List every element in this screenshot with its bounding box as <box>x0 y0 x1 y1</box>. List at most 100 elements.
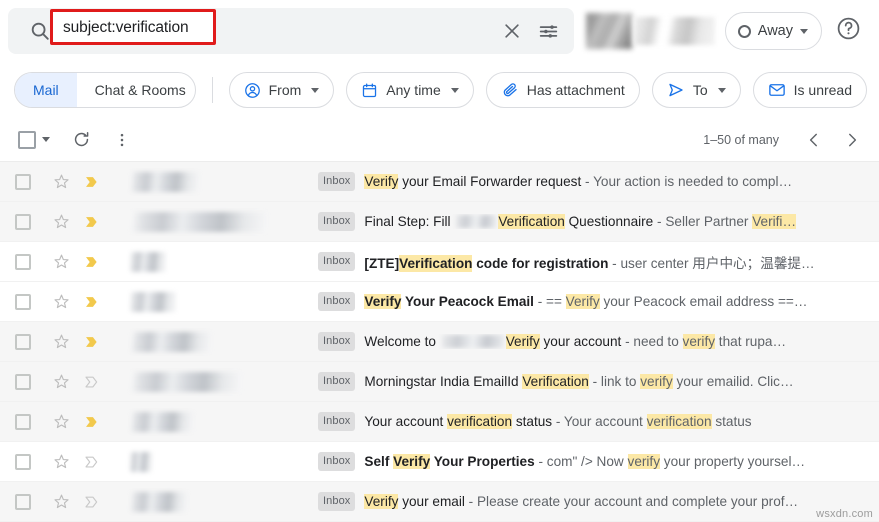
filter-chip-is-unread[interactable]: Is unread <box>752 72 867 108</box>
important-marker-icon[interactable] <box>76 213 108 231</box>
table-row[interactable]: Inbox [ZTE]Verification code for registra… <box>0 242 879 282</box>
sender-name <box>108 331 318 352</box>
tune-icon[interactable] <box>530 13 566 49</box>
star-icon[interactable] <box>46 453 76 470</box>
filter-chip-has-attachment[interactable]: Has attachment <box>485 72 640 108</box>
chevron-down-icon[interactable] <box>42 137 50 142</box>
subject-cell: Inbox Self Verify Your Properties - com" … <box>318 452 879 471</box>
star-icon[interactable] <box>46 213 76 230</box>
label-chip-inbox[interactable]: Inbox <box>318 492 356 511</box>
search-field[interactable] <box>8 8 574 54</box>
more-vertical-icon[interactable] <box>113 131 131 149</box>
row-checkbox[interactable] <box>15 253 31 270</box>
row-checkbox-cell <box>0 453 46 470</box>
table-row[interactable]: Inbox Welcome to Verify your account - ne… <box>0 322 879 362</box>
table-row[interactable]: Inbox Your account verification status - … <box>0 402 879 442</box>
filter-chip-to[interactable]: To <box>651 72 741 108</box>
avatar[interactable] <box>585 13 632 49</box>
redacted-sender <box>130 171 200 192</box>
chevron-right-icon[interactable] <box>835 123 869 157</box>
important-marker-icon[interactable] <box>76 333 108 351</box>
refresh-icon[interactable] <box>72 130 91 149</box>
chevron-down-icon <box>800 28 808 34</box>
star-icon[interactable] <box>46 373 76 390</box>
person-circle-icon <box>244 82 261 99</box>
redacted-sender <box>130 371 242 392</box>
label-chip-inbox[interactable]: Inbox <box>318 292 356 311</box>
subject-and-snippet: Self Verify Your Properties - com" /> No… <box>364 454 806 469</box>
help-icon[interactable] <box>836 16 861 46</box>
label-chip-inbox[interactable]: Inbox <box>318 412 356 431</box>
important-marker-icon[interactable] <box>76 173 108 191</box>
redacted-sender <box>130 331 212 352</box>
row-checkbox[interactable] <box>15 173 31 190</box>
search-input-wrap[interactable] <box>58 8 494 54</box>
chevron-down-icon <box>450 87 459 93</box>
label-chip-inbox[interactable]: Inbox <box>318 172 356 191</box>
row-checkbox[interactable] <box>15 293 31 310</box>
star-icon[interactable] <box>46 293 76 310</box>
row-checkbox[interactable] <box>15 493 31 510</box>
filter-chip-from-label: From <box>268 82 302 98</box>
redacted-sender <box>130 491 188 512</box>
subject-and-snippet: Morningstar India EmailId Verification -… <box>364 374 794 389</box>
sender-name <box>108 491 318 512</box>
filter-chip-any-time[interactable]: Any time <box>346 72 474 108</box>
row-checkbox[interactable] <box>15 373 31 390</box>
send-icon <box>667 81 685 99</box>
filter-chip-from[interactable]: From <box>228 72 335 108</box>
label-chip-inbox[interactable]: Inbox <box>318 452 356 471</box>
row-checkbox[interactable] <box>15 213 31 230</box>
important-marker-icon[interactable] <box>76 413 108 431</box>
account-area: Away <box>585 12 867 50</box>
tab-chat-and-rooms[interactable]: Chat & Rooms <box>77 73 195 107</box>
star-icon[interactable] <box>46 173 76 190</box>
table-row[interactable]: Inbox Self Verify Your Properties - com" … <box>0 442 879 482</box>
row-checkbox[interactable] <box>15 413 31 430</box>
row-checkbox-cell <box>0 373 46 390</box>
important-marker-icon[interactable] <box>76 453 108 471</box>
star-icon[interactable] <box>46 333 76 350</box>
subject-cell: Inbox Morningstar India EmailId Verificat… <box>318 372 879 391</box>
sender-name <box>108 411 318 432</box>
search-icon[interactable] <box>22 13 58 49</box>
close-icon[interactable] <box>494 13 530 49</box>
label-chip-inbox[interactable]: Inbox <box>318 252 356 271</box>
status-badge[interactable]: Away <box>724 12 822 50</box>
subject-cell: Inbox Verify your Email Forwarder request… <box>318 172 879 191</box>
row-checkbox[interactable] <box>15 453 31 470</box>
redacted-sender <box>130 251 166 272</box>
scope-segmented-control: Mail Chat & Rooms <box>14 72 196 108</box>
sender-name <box>108 171 318 192</box>
important-marker-icon[interactable] <box>76 253 108 271</box>
label-chip-inbox[interactable]: Inbox <box>318 212 356 231</box>
important-marker-icon[interactable] <box>76 373 108 391</box>
subject-and-snippet: Welcome to Verify your account - need to… <box>364 334 787 349</box>
row-checkbox[interactable] <box>15 333 31 350</box>
status-label: Away <box>757 23 793 39</box>
star-icon[interactable] <box>46 493 76 510</box>
pagination-count: 1–50 of many <box>703 132 779 147</box>
table-row[interactable]: Inbox Verify your Email Forwarder request… <box>0 162 879 202</box>
label-chip-inbox[interactable]: Inbox <box>318 372 356 391</box>
label-chip-inbox[interactable]: Inbox <box>318 332 356 351</box>
important-marker-icon[interactable] <box>76 493 108 511</box>
sender-name <box>108 291 318 312</box>
filter-chip-any-time-label: Any time <box>386 82 441 98</box>
table-row[interactable]: Inbox Verify your email - Please create y… <box>0 482 879 522</box>
star-icon[interactable] <box>46 413 76 430</box>
tab-mail[interactable]: Mail <box>15 73 77 107</box>
row-checkbox-cell <box>0 493 46 510</box>
row-checkbox-cell <box>0 293 46 310</box>
subject-cell: Inbox Welcome to Verify your account - ne… <box>318 332 879 351</box>
search-bar: subject:verification Away <box>0 0 879 62</box>
select-all-checkbox[interactable] <box>18 130 36 149</box>
star-icon[interactable] <box>46 253 76 270</box>
table-row[interactable]: Inbox Verify Your Peacock Email - == Veri… <box>0 282 879 322</box>
table-row[interactable]: Inbox Final Step: Fill Verification Quest… <box>0 202 879 242</box>
table-row[interactable]: Inbox Morningstar India EmailId Verificat… <box>0 362 879 402</box>
filter-chip-has-attachment-label: Has attachment <box>526 82 625 98</box>
important-marker-icon[interactable] <box>76 293 108 311</box>
chevron-left-icon[interactable] <box>797 123 831 157</box>
sender-name <box>108 451 318 472</box>
